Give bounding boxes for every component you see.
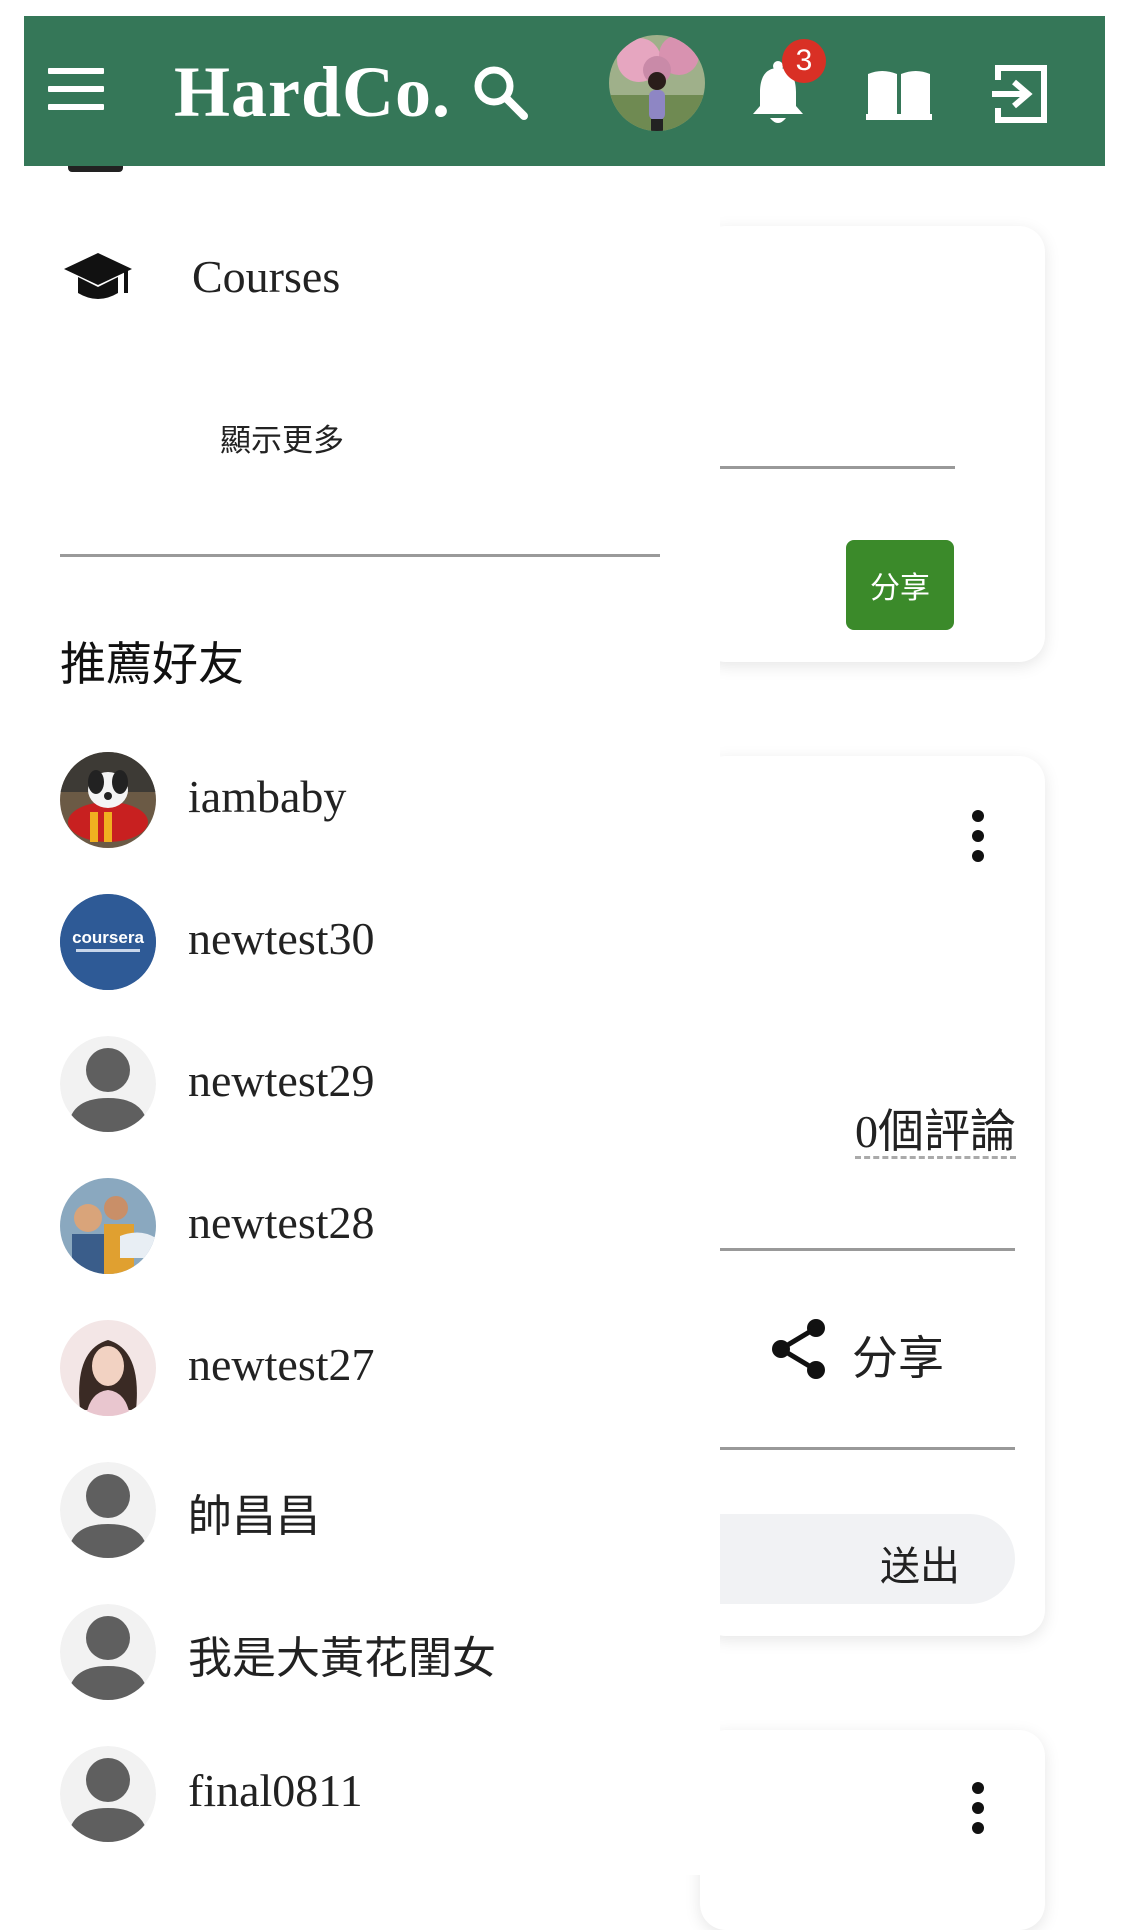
comments-count[interactable]: 0個評論 <box>855 1107 1016 1160</box>
top-app-bar: HardCo. 3 <box>24 16 1105 166</box>
coursera-logo-avatar: coursera <box>60 894 156 990</box>
post-divider-bottom <box>700 1447 1015 1450</box>
friend-name: newtest30 <box>188 913 375 964</box>
friend-item[interactable]: 我是大黃花閨女 <box>60 1604 660 1700</box>
post-more-icon[interactable] <box>972 810 986 870</box>
friend-item[interactable]: newtest27 <box>60 1320 660 1416</box>
share-action-label[interactable]: 分享 <box>852 1322 944 1388</box>
post-divider-top <box>700 1248 1015 1251</box>
side-drawer: Courses 顯示更多 推薦好友 iambaby coursera newte… <box>0 0 720 1875</box>
send-button[interactable]: 送出 <box>880 1534 960 1592</box>
notification-badge: 3 <box>782 39 826 83</box>
friend-name: 帥昌昌 <box>188 1491 320 1542</box>
recommended-friends-title: 推薦好友 <box>60 637 244 691</box>
friend-name: 我是大黃花閨女 <box>188 1633 496 1684</box>
friend-item[interactable]: coursera newtest30 <box>60 894 660 990</box>
friend-item[interactable]: newtest29 <box>60 1036 660 1132</box>
share-icon[interactable] <box>770 1318 828 1380</box>
book-icon[interactable] <box>864 66 934 122</box>
drawer-divider <box>60 554 660 557</box>
default-user-icon <box>60 1746 156 1842</box>
friend-name: final0811 <box>188 1765 363 1816</box>
drawer-item-courses[interactable]: Courses <box>60 245 660 315</box>
friend-item[interactable]: 帥昌昌 <box>60 1462 660 1558</box>
post-card-2 <box>700 1730 1045 1930</box>
svg-text:coursera: coursera <box>72 928 144 947</box>
default-user-icon <box>60 1462 156 1558</box>
menu-icon[interactable] <box>48 68 104 112</box>
friend-item[interactable]: iambaby <box>60 752 660 848</box>
friend-item[interactable]: newtest28 <box>60 1178 660 1274</box>
share-post-button[interactable]: 分享 <box>846 540 954 630</box>
post-card <box>700 756 1045 1636</box>
graduation-cap-icon <box>64 253 132 299</box>
search-icon[interactable] <box>472 64 530 122</box>
friend-name: newtest28 <box>188 1197 375 1248</box>
friend-item[interactable]: final0811 <box>60 1746 660 1842</box>
comment-input[interactable]: 送出 <box>700 1514 1015 1604</box>
show-more-link[interactable]: 顯示更多 <box>220 415 344 460</box>
friend-name: newtest27 <box>188 1339 375 1390</box>
logout-icon[interactable] <box>990 64 1050 124</box>
drawer-item-courses-label: Courses <box>192 251 341 302</box>
friend-name: iambaby <box>188 771 347 822</box>
brand-logo[interactable]: HardCo. <box>174 56 451 128</box>
friend-name: newtest29 <box>188 1055 375 1106</box>
user-avatar[interactable] <box>609 35 705 131</box>
default-user-icon <box>60 1604 156 1700</box>
woman-photo-avatar <box>60 1320 156 1416</box>
composer-divider <box>700 466 955 469</box>
dog-photo-avatar <box>60 752 156 848</box>
default-user-icon <box>60 1036 156 1132</box>
post-2-more-icon[interactable] <box>972 1782 986 1842</box>
group-photo-avatar <box>60 1178 156 1274</box>
